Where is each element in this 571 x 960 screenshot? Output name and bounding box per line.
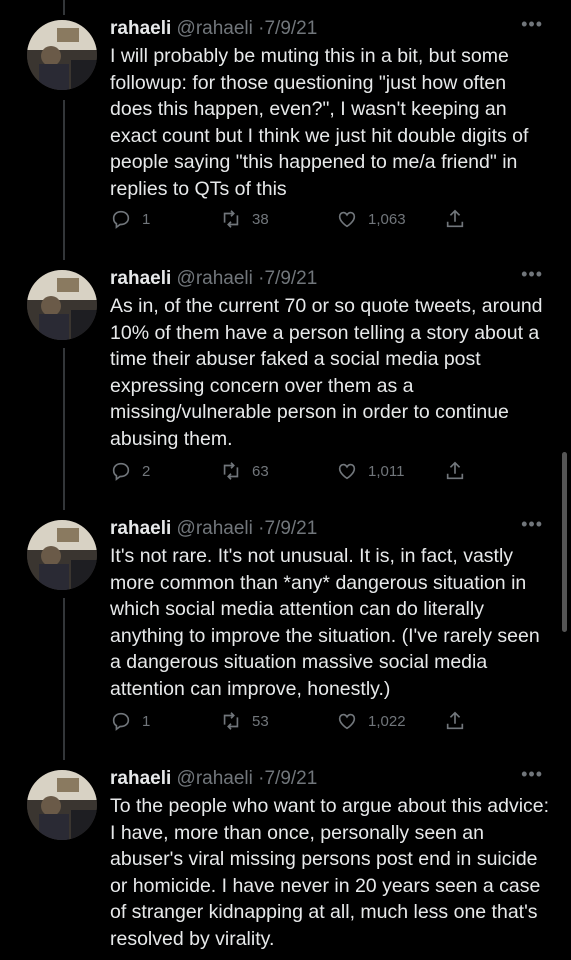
like-count: 1,022 [368,712,406,730]
retweet-count: 53 [252,712,269,730]
like-count: 1,011 [368,462,405,480]
author-name[interactable]: rahaeli [110,518,171,539]
reply-icon [112,462,130,481]
author-handle[interactable]: @rahaeli [177,518,253,539]
tweet-actions: 1 53 1,022 [110,710,475,736]
share-button[interactable] [444,710,466,732]
avatar[interactable] [27,520,97,590]
author-name[interactable]: rahaeli [110,18,171,39]
like-button[interactable]: 1,011 [336,460,404,482]
tweet-date[interactable]: 7/9/21 [264,518,317,539]
retweet-icon [223,712,239,730]
reply-button[interactable]: 1 [110,710,150,732]
tweet-header: rahaeli @rahaeli ·7/9/21 [110,268,317,290]
avatar[interactable] [27,770,97,840]
more-options-icon[interactable]: ••• [521,764,543,785]
retweet-button[interactable]: 53 [220,710,269,732]
share-button[interactable] [444,208,466,230]
like-icon [338,211,356,228]
reply-button[interactable]: 1 [110,208,150,230]
tweet-date[interactable]: 7/9/21 [264,768,317,789]
tweet-actions: 2 63 1,011 [110,460,475,486]
tweet-text: I will probably be muting this in a bit,… [110,45,529,200]
like-count: 1,063 [368,210,406,228]
share-button[interactable] [444,460,466,482]
tweet-date[interactable]: 7/9/21 [264,268,317,289]
retweet-button[interactable]: 63 [220,460,269,482]
share-icon [446,461,464,480]
retweet-count: 63 [252,462,269,480]
tweet-text: To the people who want to argue about th… [110,795,550,950]
retweet-button[interactable]: 38 [220,208,269,230]
author-name[interactable]: rahaeli [110,268,171,289]
tweet-actions: 1 38 1,063 [110,208,475,234]
avatar[interactable] [27,20,97,90]
like-icon [338,713,356,730]
author-handle[interactable]: @rahaeli [177,268,253,289]
scrollbar[interactable] [562,452,567,632]
reply-count: 2 [142,462,151,480]
reply-icon [112,712,130,731]
reply-button[interactable]: 2 [110,460,150,482]
tweet-text: As in, of the current 70 or so quote twe… [110,295,543,450]
share-icon [446,209,464,228]
like-icon [338,463,356,480]
like-button[interactable]: 1,022 [336,710,406,732]
more-options-icon[interactable]: ••• [521,14,543,35]
tweet-date[interactable]: 7/9/21 [264,18,317,39]
retweet-count: 38 [252,210,269,228]
tweet[interactable]: rahaeli @rahaeli ·7/9/21 ••• As in, of t… [0,250,571,500]
tweet[interactable]: rahaeli @rahaeli ·7/9/21 ••• I will prob… [0,0,571,255]
author-name[interactable]: rahaeli [110,768,171,789]
tweet-header: rahaeli @rahaeli ·7/9/21 [110,768,317,790]
tweet[interactable]: rahaeli @rahaeli ·7/9/21 ••• It's not ra… [0,500,571,750]
author-handle[interactable]: @rahaeli [177,768,253,789]
tweet[interactable]: rahaeli @rahaeli ·7/9/21 ••• To the peop… [0,750,571,960]
reply-count: 1 [142,210,151,228]
reply-icon [112,210,130,229]
retweet-icon [223,210,239,228]
like-button[interactable]: 1,063 [336,208,406,230]
author-handle[interactable]: @rahaeli [177,18,253,39]
reply-count: 1 [142,712,151,730]
tweet-text: It's not rare. It's not unusual. It is, … [110,545,540,700]
more-options-icon[interactable]: ••• [521,264,543,285]
avatar[interactable] [27,270,97,340]
more-options-icon[interactable]: ••• [521,514,543,535]
tweet-header: rahaeli @rahaeli ·7/9/21 [110,518,317,540]
retweet-icon [223,462,239,480]
share-icon [446,711,464,730]
tweet-header: rahaeli @rahaeli ·7/9/21 [110,18,317,40]
